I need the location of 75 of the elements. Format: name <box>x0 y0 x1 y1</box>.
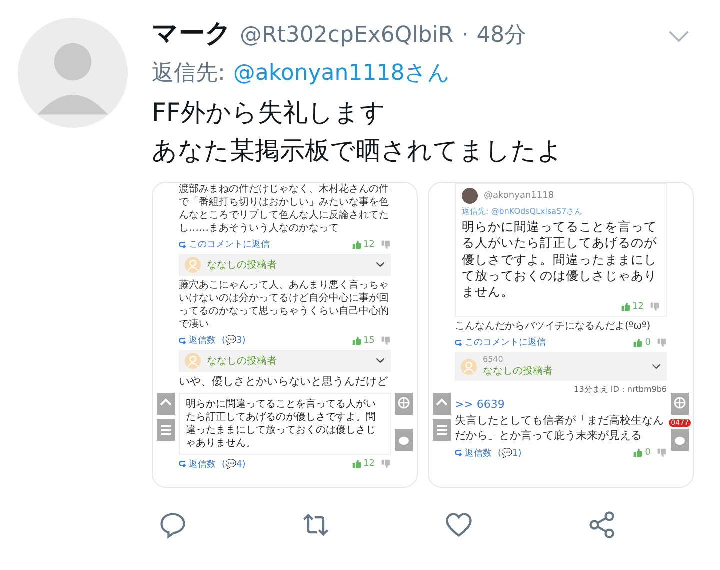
poster-avatar-icon <box>185 257 201 273</box>
comment-icon[interactable] <box>671 429 689 451</box>
reply-arrow-icon[interactable] <box>455 338 463 347</box>
reply-icon[interactable] <box>158 510 188 540</box>
reply-anchor-link[interactable]: >> 6639 <box>455 398 667 412</box>
reply-link[interactable]: 返信数 <box>189 334 216 347</box>
reply-link[interactable]: 返信数 <box>465 446 492 460</box>
reply-arrow-icon[interactable] <box>179 460 187 468</box>
user-handle: @akonyan1118 <box>484 191 554 201</box>
reply-arrow-icon[interactable] <box>179 336 187 344</box>
tweet-text: 明らかに間違ってることを言ってる人がいたら訂正してあげるのが優しさですよ。間違ったままにして放っておくのは優しさじゃありません。 <box>462 219 658 300</box>
thumbs-down-icon[interactable] <box>381 459 391 470</box>
reply-count[interactable]: (💬3) <box>222 335 246 346</box>
comment-icon[interactable] <box>395 429 413 451</box>
thumbs-down-icon[interactable] <box>381 336 391 346</box>
display-name: マーク <box>152 18 232 51</box>
tweet-text: 明らかに間違ってることを言ってる人がいたら訂正してあげるのが優しさですよ。間違ったままにして放っておくのは優しさじゃありません。 <box>186 398 377 450</box>
globe-icon[interactable] <box>671 393 689 415</box>
heart-icon[interactable] <box>444 510 474 540</box>
poster-name: ななしの投稿者 <box>207 258 278 272</box>
thumbs-up-icon[interactable] <box>352 240 362 250</box>
like-count: 12 <box>364 240 375 250</box>
reply-link[interactable]: このコメントに返信 <box>465 336 546 350</box>
comment-text: いや、優しさとかいらないと思うんだけど <box>179 375 389 390</box>
thumbs-up-icon[interactable] <box>620 302 631 312</box>
poster-name: ななしの投稿者 <box>483 364 554 378</box>
reply-link[interactable]: このコメントに返信 <box>189 238 270 251</box>
thumbs-up-icon[interactable] <box>352 459 362 470</box>
avatar <box>462 188 478 204</box>
comment-text: こんなんだからバツイチになるんだよ(ºωº) <box>455 320 652 334</box>
share-icon[interactable] <box>587 510 617 540</box>
user-handle: @Rt302cpEx6QlbiR <box>240 23 454 48</box>
scroll-top-icon[interactable] <box>157 393 175 415</box>
reply-to-link: 返信先: @bnKOdsQLxlsaS7さん <box>462 206 584 217</box>
like-count: 12 <box>364 459 375 470</box>
attached-screenshot[interactable] <box>428 182 694 488</box>
reply-arrow-icon[interactable] <box>179 240 187 248</box>
poster-avatar-icon <box>185 353 201 369</box>
thumbs-down-icon[interactable] <box>657 448 667 458</box>
poster-avatar-icon <box>461 358 477 375</box>
poster-name: ななしの投稿者 <box>207 354 278 368</box>
thumbs-down-icon[interactable] <box>650 302 660 312</box>
menu-icon[interactable] <box>433 419 451 441</box>
comment-text: 藤穴あこにゃんって人、あんまり悪く言っちゃいけないのは分かってるけど自分中心に事が回ってるのかなって思っちゃうくらい自己中心的で凄い <box>179 279 390 331</box>
like-count: 15 <box>364 336 375 346</box>
like-count: 12 <box>632 302 644 312</box>
attached-screenshot[interactable] <box>152 182 418 488</box>
reply-arrow-icon[interactable] <box>455 449 463 458</box>
separator: · <box>462 23 469 48</box>
thumbs-up-icon[interactable] <box>633 338 644 348</box>
scroll-top-icon[interactable] <box>433 393 451 415</box>
tweet-text: あなた某掲示板で晒されてましたよ <box>152 135 564 167</box>
reply-count[interactable]: (💬4) <box>222 458 246 470</box>
like-count: 0 <box>645 338 651 348</box>
reply-link[interactable]: 返信数 <box>189 458 216 471</box>
thumbs-up-icon[interactable] <box>352 336 362 346</box>
comment-text: 渡部みまねの件だけじゃなく、木村花さんの件で「番組打ち切りはおかしい」みたいな事を色んなところでリプして色んな人に反論されてたし……まあそういう人なのかなって <box>179 183 390 235</box>
reply-label: 返信先: <box>152 60 226 88</box>
avatar[interactable] <box>18 18 128 128</box>
reply-count[interactable]: (💬1) <box>498 448 522 459</box>
thumbs-down-icon[interactable] <box>381 240 391 250</box>
chevron-down-icon[interactable] <box>376 262 385 268</box>
globe-icon[interactable] <box>395 393 413 415</box>
tweet-text: FF外から失礼します <box>152 97 387 129</box>
timestamp: 48分 <box>476 22 527 50</box>
comment-text: 失言したとしても信者が「まだ高校生なんだから」とか言って庇う末来が見える <box>455 414 665 444</box>
chevron-down-icon[interactable] <box>376 358 385 364</box>
menu-icon[interactable] <box>157 419 175 441</box>
like-count: 0 <box>645 448 651 458</box>
post-number: 6540 <box>483 355 504 364</box>
thumbs-up-icon[interactable] <box>633 448 644 458</box>
thumbs-down-icon[interactable] <box>657 338 667 348</box>
chevron-down-icon[interactable] <box>652 364 661 370</box>
reply-to-link[interactable]: @akonyan1118さん <box>233 58 451 88</box>
post-meta: 13分まえ ID：nrtbm9b6 <box>573 384 667 396</box>
